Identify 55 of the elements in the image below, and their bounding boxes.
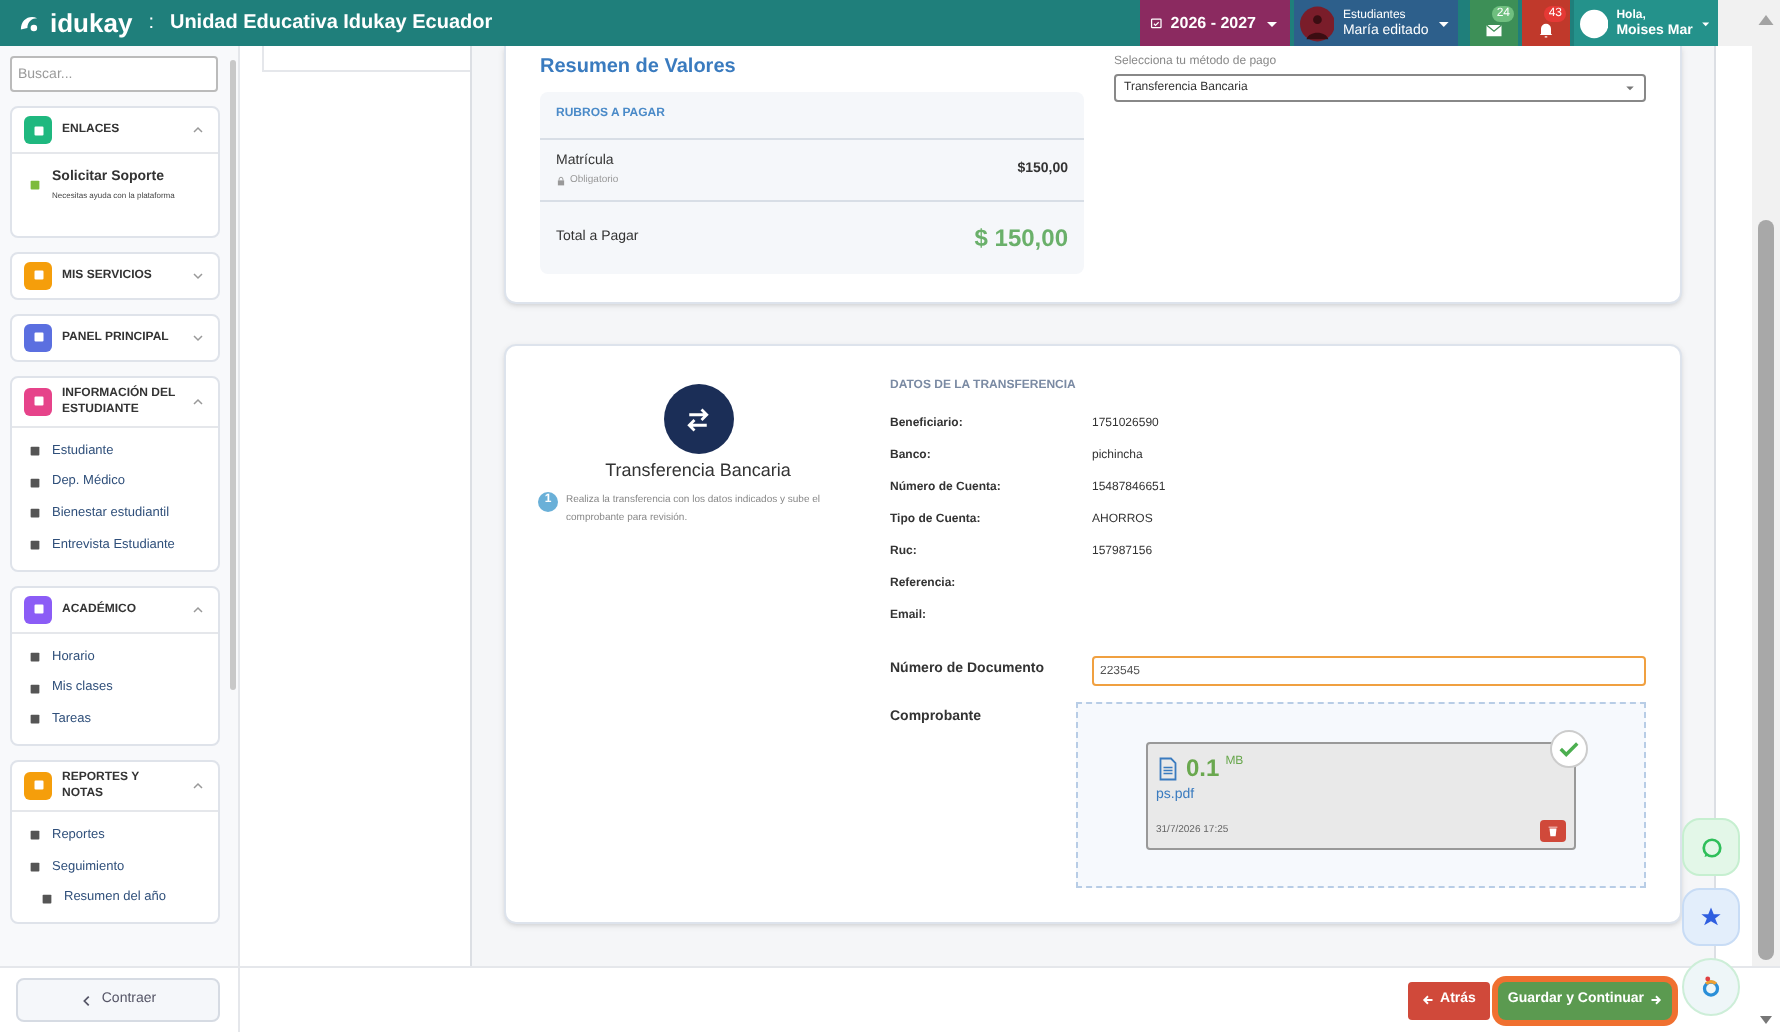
caret-icon — [1624, 82, 1636, 94]
assistant-icon — [1698, 974, 1724, 1000]
chevron-up-icon — [190, 393, 206, 409]
file-size: 0.1 — [1186, 752, 1220, 786]
lock-icon — [556, 175, 566, 186]
scroll-down-icon[interactable] — [1756, 1012, 1776, 1028]
chevron-up-icon — [190, 777, 206, 794]
chat-button[interactable] — [1682, 818, 1740, 876]
separator: : — [148, 10, 154, 38]
arrow-left-icon — [1422, 994, 1435, 1006]
trash-icon — [1546, 824, 1560, 838]
scroll-up-icon[interactable] — [1754, 10, 1778, 30]
chevron-up-icon — [190, 601, 206, 617]
app-name: idukay — [50, 5, 133, 42]
scrollbar-thumb[interactable] — [1758, 220, 1774, 960]
item-icon — [28, 506, 42, 521]
section-icon — [29, 121, 47, 139]
item-icon — [28, 712, 42, 727]
arrows-icon — [684, 405, 712, 433]
section-icon — [29, 776, 47, 795]
item-icon — [40, 891, 54, 906]
item-icon — [28, 538, 42, 553]
year-label: 2026 - 2027 — [1170, 11, 1256, 35]
bell-icon — [1536, 19, 1556, 39]
total-amount: $ 150,00 — [974, 222, 1068, 256]
avatar — [1300, 5, 1335, 41]
method-title: Transferencia Bancaria — [605, 458, 791, 484]
chat-bubble-icon — [1699, 835, 1723, 859]
year-selector[interactable]: 2026 - 2027 — [1140, 0, 1290, 46]
favorites-button[interactable] — [1682, 888, 1740, 946]
section-icon — [29, 600, 47, 618]
calendar-icon — [1150, 14, 1163, 32]
chevron-left-icon — [79, 993, 94, 1007]
item-icon — [28, 475, 42, 490]
document-icon — [1156, 755, 1180, 781]
item-icon — [28, 649, 42, 664]
delete-button[interactable] — [1540, 820, 1566, 842]
item-icon — [28, 681, 42, 696]
arrow-right-icon — [1650, 994, 1662, 1006]
item-icon — [28, 443, 42, 458]
chevron-up-icon — [190, 122, 206, 138]
star-icon — [1700, 906, 1722, 928]
chevron-down-icon — [190, 267, 206, 283]
mail-icon — [1484, 19, 1504, 39]
section-title: Resumen de Valores — [540, 54, 738, 82]
chevron-down-icon — [190, 329, 206, 345]
section-icon — [29, 392, 47, 410]
section-icon — [29, 266, 47, 284]
check-icon — [1558, 738, 1580, 760]
item-icon — [28, 177, 42, 192]
institution-name: Unidad Educativa Idukay Ecuador — [169, 10, 493, 38]
section-icon — [29, 328, 47, 346]
item-icon — [28, 828, 42, 843]
item-icon — [28, 859, 42, 874]
scrollbar-thumb[interactable] — [230, 60, 236, 690]
